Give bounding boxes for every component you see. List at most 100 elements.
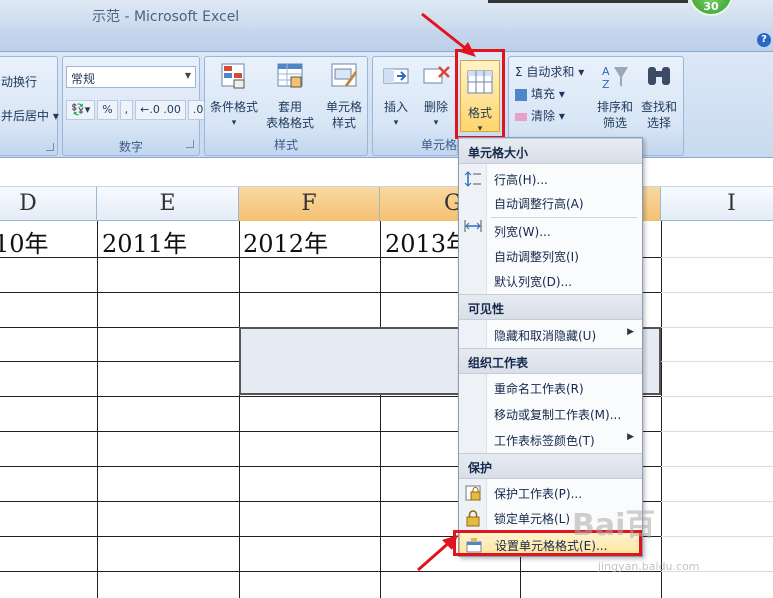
menu-header-protect: 保护: [459, 453, 642, 479]
column-width-icon: [464, 220, 482, 232]
submenu-arrow-icon: ▶: [627, 327, 634, 337]
menu-header-organize: 组织工作表: [459, 348, 642, 374]
cell-year-2011[interactable]: 2011年: [102, 224, 187, 259]
sort-filter-icon: AZ: [602, 65, 628, 91]
menu-item-default-width[interactable]: 默认列宽(D)...: [459, 269, 642, 293]
menu-item-col-width[interactable]: 列宽(W)...: [459, 219, 642, 243]
grid-hline-light: [661, 536, 773, 537]
insert-button[interactable]: 插入 ▾: [377, 61, 415, 131]
conditional-format-label: 条件格式: [209, 100, 258, 114]
find-label-1: 查找和: [640, 100, 677, 114]
number-format-select[interactable]: 常规 ▼: [66, 66, 196, 88]
grid-hline-light: [661, 257, 773, 258]
cells-group: 插入 ▾ 删除 ▾ 单元格: [372, 56, 458, 156]
menu-header-cell-size: 单元格大小: [459, 138, 642, 164]
menu-item-hide-unhide[interactable]: 隐藏和取消隐藏(U) ▶: [459, 323, 642, 347]
sort-label-2: 筛选: [602, 116, 627, 130]
column-headers: D E F G I: [0, 187, 773, 221]
grid-hline-light: [661, 292, 773, 293]
submenu-arrow-icon: ▶: [627, 432, 634, 442]
grid-hline-light: [661, 501, 773, 502]
grid-hline-light: [661, 361, 773, 362]
styles-group: 条件格式 ▾ 套用 表格格式 单元格 样式 样式: [204, 56, 368, 156]
lock-icon: [466, 510, 480, 527]
menu-separator: [491, 217, 637, 218]
cell-year-2010[interactable]: 10年: [0, 224, 49, 259]
delete-label: 删除: [423, 100, 448, 114]
watermark-url: jingyan.baidu.com: [598, 560, 700, 573]
help-icon[interactable]: ?: [757, 33, 771, 47]
menu-item-move-copy[interactable]: 移动或复制工作表(M)...: [459, 402, 642, 426]
lock-cell-label: 锁定单元格(L): [494, 512, 571, 526]
number-format-value: 常规: [71, 72, 96, 86]
binoculars-icon: [648, 67, 670, 85]
column-header-e[interactable]: E: [97, 187, 239, 221]
clear-button[interactable]: 清除 ▾: [515, 107, 565, 124]
tab-color-label: 工作表标签颜色(T): [494, 434, 595, 448]
table-format-label-2: 表格格式: [265, 116, 314, 130]
cell-year-2012[interactable]: 2012年: [243, 224, 328, 259]
chevron-down-icon: ▾: [433, 118, 439, 128]
sort-filter-button[interactable]: AZ 排序和 筛选: [595, 61, 635, 131]
grid-hline-light: [661, 466, 773, 467]
menu-item-rename-sheet[interactable]: 重命名工作表(R): [459, 376, 642, 400]
menu-item-autofit-row[interactable]: 自动调整行高(A): [459, 191, 642, 215]
default-width-label: 默认列宽(D)...: [494, 275, 573, 289]
conditional-format-icon: [221, 63, 245, 89]
grid-hline-light: [661, 431, 773, 432]
row-height-icon: [464, 171, 481, 187]
grid-vline: [97, 221, 98, 598]
conditional-format-button[interactable]: 条件格式 ▾: [207, 61, 261, 131]
cell-styles-icon: [331, 63, 357, 87]
ribbon-tab-strip: [0, 30, 773, 52]
delete-button[interactable]: 删除 ▾: [417, 61, 455, 131]
svg-text:A: A: [602, 65, 610, 78]
col-width-label: 列宽(W)...: [494, 225, 551, 239]
cell-styles-button[interactable]: 单元格 样式: [319, 61, 369, 131]
currency-button[interactable]: 💱▾: [66, 100, 96, 120]
grid-vline: [661, 221, 662, 598]
format-as-table-button[interactable]: 套用 表格格式: [261, 61, 319, 131]
hide-unhide-label: 隐藏和取消隐藏(U): [494, 329, 597, 343]
menu-item-tab-color[interactable]: 工作表标签颜色(T) ▶: [459, 428, 642, 452]
fill-label: 填充: [531, 87, 556, 101]
protect-sheet-icon: [465, 485, 481, 501]
menu-item-autofit-col[interactable]: 自动调整列宽(I): [459, 244, 642, 268]
wrap-text-button[interactable]: 动换行: [1, 73, 37, 90]
alignment-group: 动换行 并后居中 ▾: [0, 56, 59, 156]
delete-icon: [423, 66, 450, 84]
rename-sheet-label: 重命名工作表(R): [494, 382, 584, 396]
alignment-launcher-icon[interactable]: [46, 143, 54, 151]
pointer-arrow-bottom: [417, 535, 458, 572]
autosum-button[interactable]: Σ 自动求和 ▾: [515, 63, 584, 80]
menu-item-row-height[interactable]: 行高(H)...: [459, 167, 642, 191]
fill-button[interactable]: 填充 ▾: [515, 85, 565, 102]
column-header-i[interactable]: I: [661, 187, 773, 221]
grid-vline: [380, 221, 381, 598]
find-select-button[interactable]: 查找和 选择: [637, 61, 681, 131]
merge-center-button[interactable]: 并后居中 ▾: [1, 107, 59, 124]
pointer-arrow-top: [421, 12, 476, 57]
percent-button[interactable]: %: [97, 100, 118, 120]
autofit-row-label: 自动调整行高(A): [494, 197, 584, 211]
column-header-d[interactable]: D: [0, 187, 97, 221]
svg-text:Z: Z: [602, 78, 610, 91]
title-bar: 示范 - Microsoft Excel 30: [0, 0, 773, 30]
increase-decimal-button[interactable]: ←.0 .00: [135, 100, 186, 120]
excel-window: 示范 - Microsoft Excel 30 ? 动换行 并后居中 ▾ 常规 ▼…: [0, 0, 773, 598]
sort-label-1: 排序和: [596, 100, 633, 114]
menu-header-visibility: 可见性: [459, 294, 642, 320]
cell-styles-label-2: 样式: [331, 116, 356, 130]
comma-button[interactable]: ,: [119, 100, 134, 120]
chevron-down-icon: ▾: [231, 118, 237, 128]
window-title: 示范 - Microsoft Excel: [92, 9, 240, 25]
autofit-col-label: 自动调整列宽(I): [494, 250, 579, 264]
insert-icon: [383, 68, 409, 84]
grid-row: [0, 571, 661, 572]
insert-label: 插入: [383, 100, 408, 114]
top-edge: [488, 0, 688, 3]
eraser-icon: [515, 112, 527, 121]
number-group-label: 数字: [118, 140, 143, 154]
column-header-f[interactable]: F: [239, 187, 380, 221]
number-launcher-icon[interactable]: [186, 140, 194, 148]
